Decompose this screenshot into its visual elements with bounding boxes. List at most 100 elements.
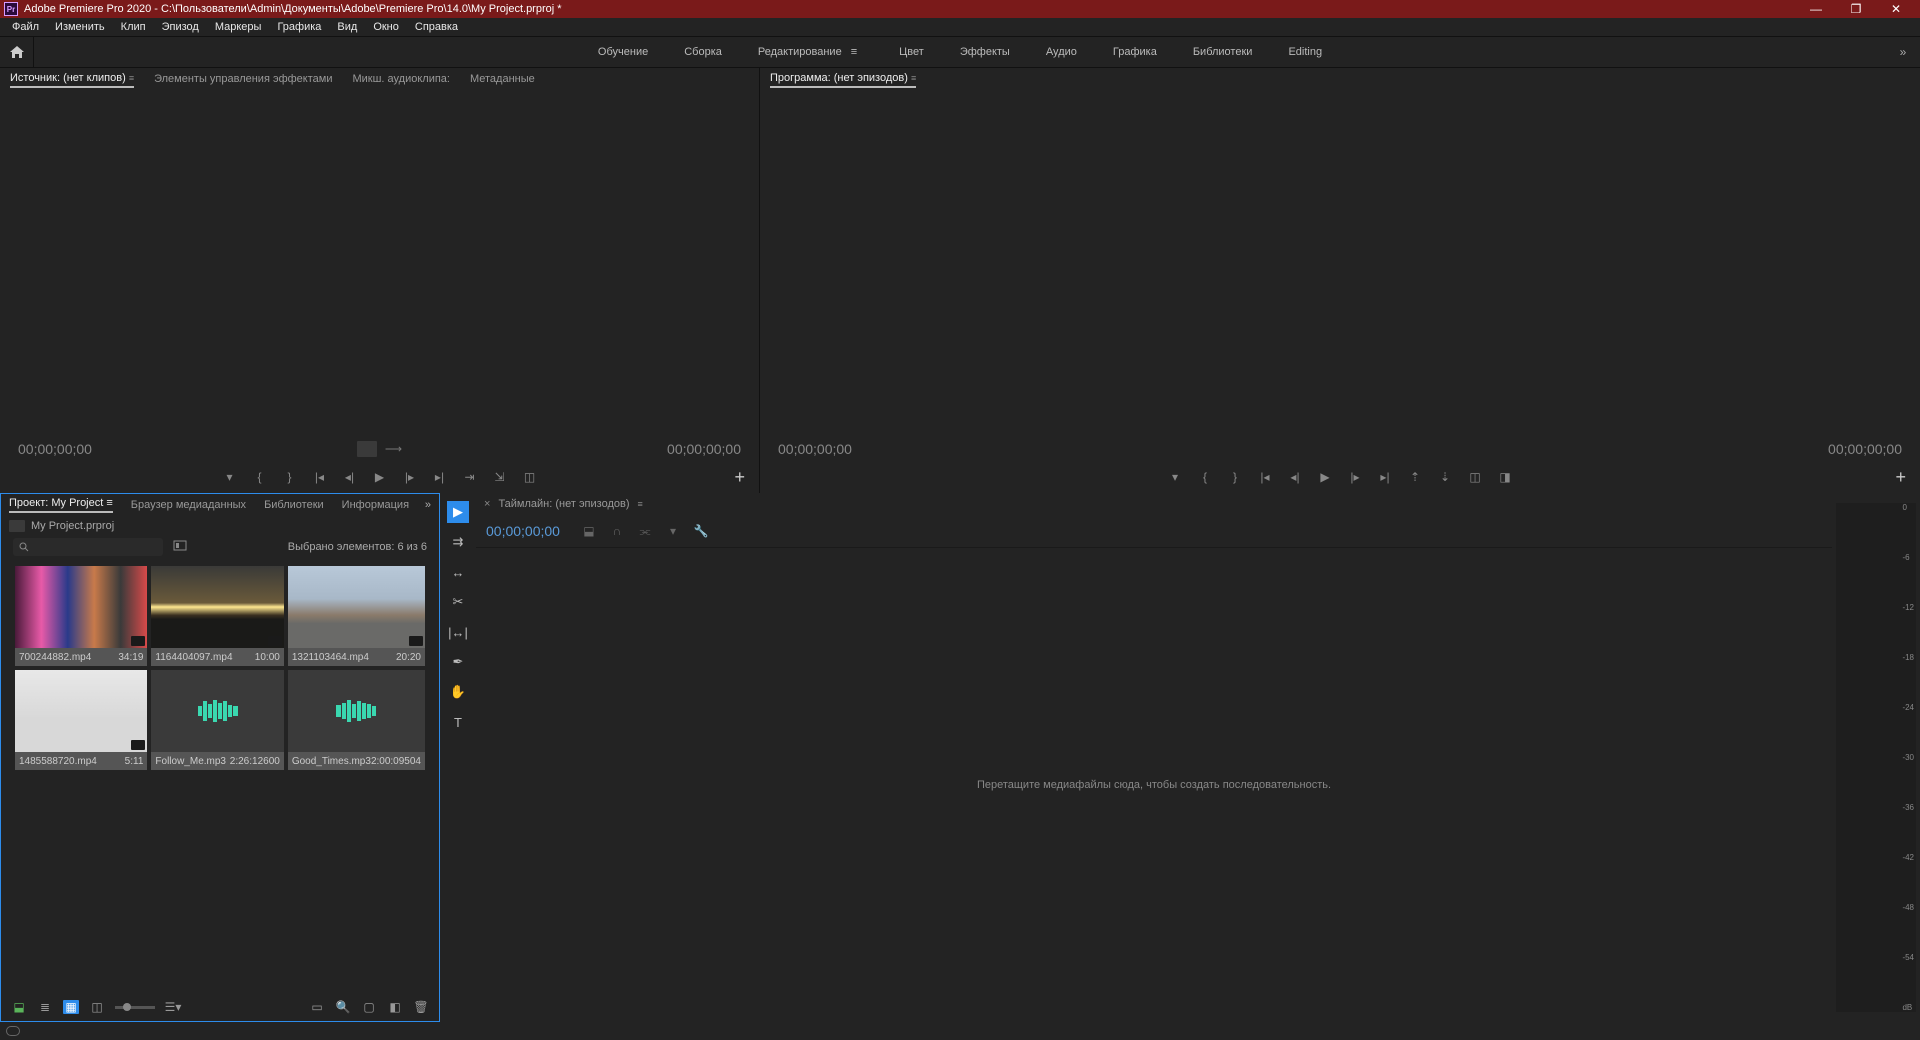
workspace-editing-en[interactable]: Editing	[1288, 46, 1322, 58]
window-close-button[interactable]: ✕	[1876, 2, 1916, 16]
overwrite-icon[interactable]: ⇲	[492, 469, 508, 485]
menu-graphics[interactable]: Графика	[269, 21, 329, 33]
step-back-icon[interactable]: ◂|	[342, 469, 358, 485]
mark-in-icon[interactable]: {	[252, 469, 268, 485]
marker-icon[interactable]: ▾	[664, 523, 682, 539]
project-writable-icon[interactable]: ⬓	[11, 1000, 27, 1014]
linked-selection-icon[interactable]: ⫘	[636, 523, 654, 539]
icon-view-icon[interactable]: ▦	[63, 1000, 79, 1014]
project-overflow-icon[interactable]: »	[425, 499, 431, 511]
timeline-drop-area[interactable]: Перетащите медиафайлы сюда, чтобы создат…	[476, 547, 1832, 1022]
audio-clip-mixer-tab[interactable]: Микш. аудиоклипа:	[352, 73, 450, 87]
mark-out-icon[interactable]: }	[282, 469, 298, 485]
mark-out-icon[interactable]: }	[1227, 469, 1243, 485]
button-editor-icon[interactable]: +	[734, 467, 745, 488]
panel-menu-icon[interactable]: ≡	[911, 73, 916, 83]
menu-window[interactable]: Окно	[365, 21, 407, 33]
workspace-assembly[interactable]: Сборка	[684, 46, 722, 58]
clip-item[interactable]: 1164404097.mp410:00	[151, 566, 283, 666]
slip-tool-icon[interactable]: |↔|	[447, 621, 469, 643]
menu-sequence[interactable]: Эпизод	[154, 21, 207, 33]
export-frame-icon[interactable]: ◫	[1467, 469, 1483, 485]
clip-item[interactable]: 1321103464.mp420:20	[288, 566, 425, 666]
ripple-edit-tool-icon[interactable]: ↔	[447, 561, 469, 583]
source-settings-icon[interactable]: ⟶	[385, 442, 402, 456]
clip-item[interactable]: Good_Times.mp32:00:09504	[288, 670, 425, 770]
menu-clip[interactable]: Клип	[113, 21, 154, 33]
new-item-icon[interactable]: ◧	[387, 1000, 403, 1014]
sort-icon[interactable]: ☰▾	[165, 1000, 181, 1014]
menu-markers[interactable]: Маркеры	[207, 21, 270, 33]
media-browser-tab[interactable]: Браузер медиаданных	[131, 499, 246, 511]
source-tab[interactable]: Источник: (нет клипов) ≡	[10, 72, 134, 88]
type-tool-icon[interactable]: T	[447, 711, 469, 733]
menu-file[interactable]: Файл	[4, 21, 47, 33]
audio-meter[interactable]: 0 -6 -12 -18 -24 -30 -36 -42 -48 -54 dB	[1836, 503, 1916, 1012]
workspace-menu-icon[interactable]: ≡	[845, 46, 863, 58]
automate-sequence-icon[interactable]: ▭	[309, 1000, 325, 1014]
find-icon[interactable]: 🔍	[335, 1000, 351, 1014]
menu-view[interactable]: Вид	[329, 21, 365, 33]
play-icon[interactable]: ▶	[1317, 469, 1333, 485]
button-editor-icon[interactable]: +	[1895, 467, 1906, 488]
project-tab[interactable]: Проект: My Project ≡	[9, 497, 113, 513]
export-frame-icon[interactable]: ◫	[522, 469, 538, 485]
workspace-editing-ru[interactable]: Редактирование ≡	[758, 46, 863, 58]
insert-sequence-icon[interactable]: ⬓	[580, 523, 598, 539]
step-forward-icon[interactable]: |▸	[1347, 469, 1363, 485]
project-search-input[interactable]	[13, 538, 163, 556]
workspace-libraries[interactable]: Библиотеки	[1193, 46, 1253, 58]
play-icon[interactable]: ▶	[372, 469, 388, 485]
timeline-close-icon[interactable]: ×	[484, 498, 490, 510]
go-to-out-icon[interactable]: ▸|	[432, 469, 448, 485]
go-to-out-icon[interactable]: ▸|	[1377, 469, 1393, 485]
panel-menu-icon[interactable]: ≡	[106, 497, 112, 509]
clip-item[interactable]: Follow_Me.mp32:26:12600	[151, 670, 283, 770]
status-indicator-icon[interactable]	[6, 1026, 20, 1036]
extract-icon[interactable]: ⇣	[1437, 469, 1453, 485]
track-select-tool-icon[interactable]: ⇉	[447, 531, 469, 553]
source-monitor[interactable]	[0, 92, 759, 437]
timeline-timecode[interactable]: 00;00;00;00	[486, 523, 560, 539]
info-tab[interactable]: Информация	[342, 499, 409, 511]
workspace-graphics[interactable]: Графика	[1113, 46, 1157, 58]
hand-tool-icon[interactable]: ✋	[447, 681, 469, 703]
list-view-icon[interactable]: ≣	[37, 1000, 53, 1014]
clear-icon[interactable]: 🗑	[413, 1000, 429, 1014]
workspace-overflow[interactable]: »	[1886, 45, 1920, 59]
go-to-in-icon[interactable]: |◂	[1257, 469, 1273, 485]
timeline-tab[interactable]: Таймлайн: (нет эпизодов)	[498, 498, 629, 510]
insert-icon[interactable]: ⇥	[462, 469, 478, 485]
new-bin-icon[interactable]: ▢	[361, 1000, 377, 1014]
freeform-view-icon[interactable]: ◫	[89, 1000, 105, 1014]
add-marker-icon[interactable]: ▾	[1167, 469, 1183, 485]
go-to-in-icon[interactable]: |◂	[312, 469, 328, 485]
lift-icon[interactable]: ⇡	[1407, 469, 1423, 485]
razor-tool-icon[interactable]: ✂	[447, 591, 469, 613]
filter-bin-icon[interactable]	[173, 540, 189, 554]
pen-tool-icon[interactable]: ✒	[447, 651, 469, 673]
window-maximize-button[interactable]: ❐	[1836, 2, 1876, 16]
metadata-tab[interactable]: Метаданные	[470, 73, 535, 87]
window-minimize-button[interactable]: —	[1796, 2, 1836, 16]
thumbnail-zoom-slider[interactable]	[115, 1006, 155, 1009]
add-marker-icon[interactable]: ▾	[222, 469, 238, 485]
program-monitor[interactable]	[760, 92, 1920, 437]
clip-item[interactable]: 700244882.mp434:19	[15, 566, 147, 666]
menu-help[interactable]: Справка	[407, 21, 466, 33]
workspace-audio[interactable]: Аудио	[1046, 46, 1077, 58]
effect-controls-tab[interactable]: Элементы управления эффектами	[154, 73, 332, 87]
workspace-learning[interactable]: Обучение	[598, 46, 648, 58]
step-forward-icon[interactable]: |▸	[402, 469, 418, 485]
panel-menu-icon[interactable]: ≡	[638, 499, 643, 509]
libraries-tab[interactable]: Библиотеки	[264, 499, 324, 511]
comparison-view-icon[interactable]: ◨	[1497, 469, 1513, 485]
home-button[interactable]	[0, 37, 34, 67]
snap-icon[interactable]: ∩	[608, 523, 626, 539]
step-back-icon[interactable]: ◂|	[1287, 469, 1303, 485]
program-tab[interactable]: Программа: (нет эпизодов) ≡	[770, 72, 916, 88]
workspace-color[interactable]: Цвет	[899, 46, 924, 58]
workspace-effects[interactable]: Эффекты	[960, 46, 1010, 58]
menu-edit[interactable]: Изменить	[47, 21, 113, 33]
project-breadcrumb[interactable]: My Project.prproj	[1, 516, 439, 536]
